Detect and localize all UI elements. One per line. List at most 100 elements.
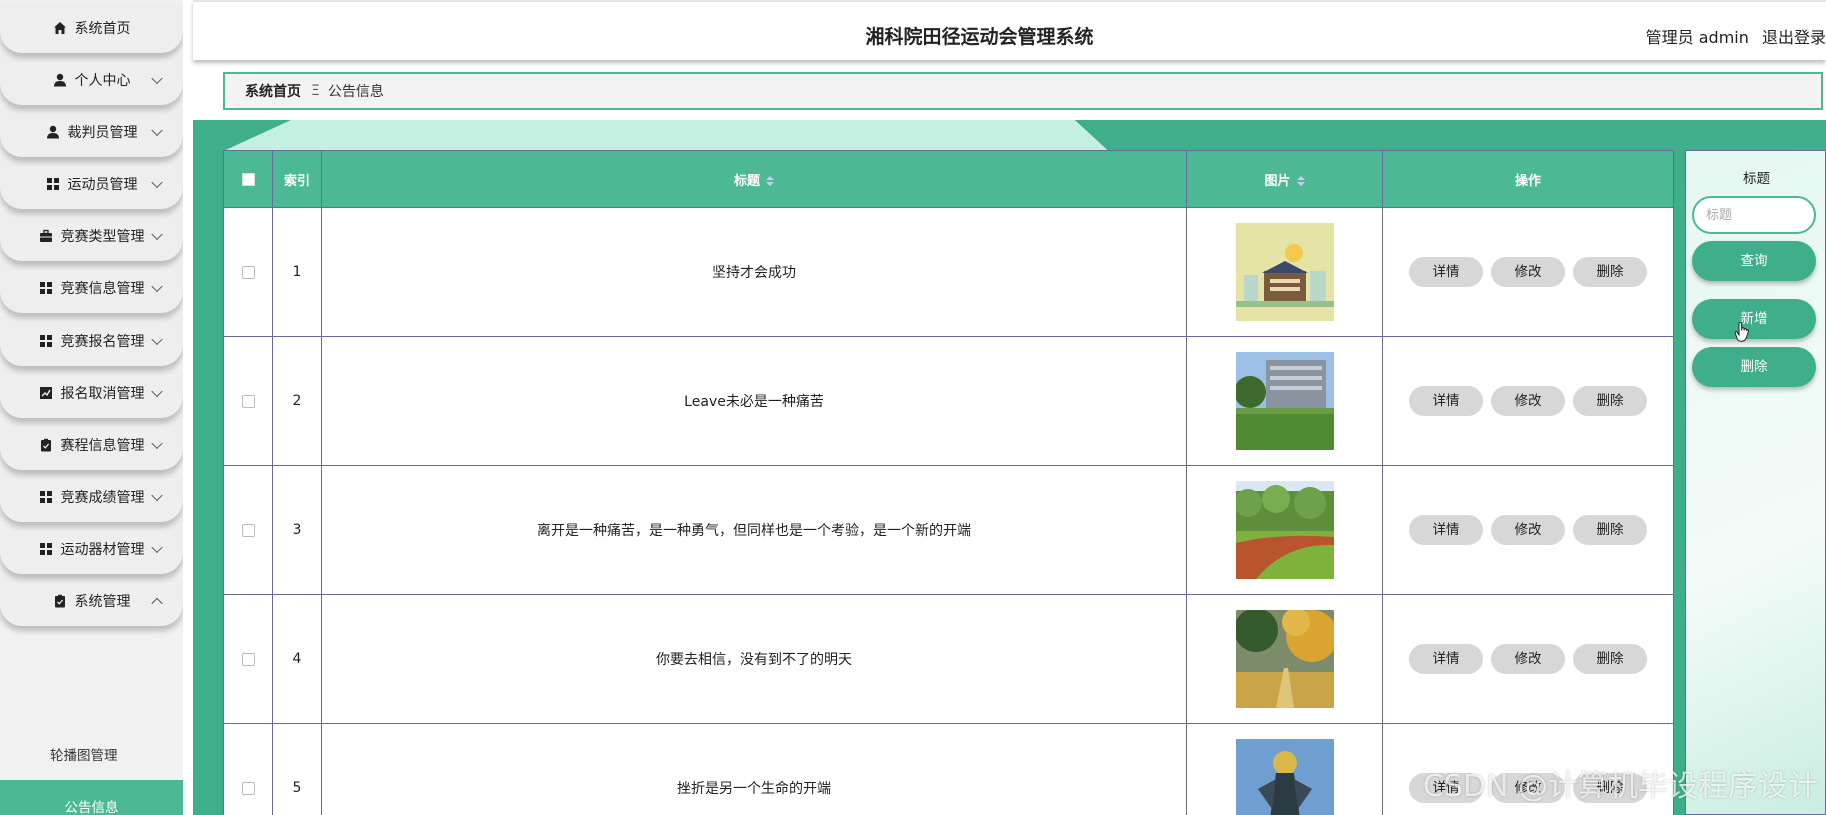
edit-button[interactable]: 修改 — [1491, 644, 1565, 674]
row-checkbox[interactable] — [241, 781, 255, 795]
row-select-cell — [223, 207, 273, 337]
row-image-cell — [1186, 594, 1383, 724]
sidebar-item-label: 运动员管理 — [67, 177, 138, 193]
sidebar-item-label: 赛程信息管理 — [60, 438, 145, 454]
query-button[interactable]: 查询 — [1692, 241, 1816, 281]
row-index: 5 — [272, 723, 322, 815]
sidebar-item[interactable]: 运动器材管理 — [0, 524, 183, 574]
row-actions-cell: 详情 修改 删除 — [1382, 465, 1674, 595]
detail-button[interactable]: 详情 — [1409, 386, 1483, 416]
sidebar-item[interactable]: 报名取消管理 — [0, 368, 183, 418]
sidebar-item-label: 裁判员管理 — [67, 125, 138, 141]
select-all-checkbox[interactable] — [241, 172, 255, 186]
row-checkbox[interactable] — [241, 394, 255, 408]
sidebar-item-label: 运动器材管理 — [60, 542, 145, 558]
sidebar-item-label: 竞赛成绩管理 — [60, 490, 145, 506]
row-checkbox[interactable] — [241, 523, 255, 537]
row-image-cell — [1186, 465, 1383, 595]
table-row: 1 坚持才会成功 详情 修改 删除 — [223, 207, 1674, 337]
row-checkbox[interactable] — [241, 652, 255, 666]
sidebar-item[interactable]: 赛程信息管理 — [0, 420, 183, 470]
row-select-cell — [223, 465, 273, 595]
chevron-down-icon — [151, 437, 163, 450]
sidebar-item-label: 竞赛类型管理 — [60, 229, 145, 245]
row-actions-cell: 详情 修改 删除 — [1382, 594, 1674, 724]
campus-building-lawn-photo — [1235, 352, 1334, 450]
sidebar-item[interactable]: 竞赛成绩管理 — [0, 472, 183, 522]
delete-button[interactable]: 删除 — [1573, 515, 1647, 545]
breadcrumb: 系统首页 Ξ 公告信息 — [223, 72, 1823, 110]
delete-button[interactable]: 删除 — [1573, 386, 1647, 416]
edit-button[interactable]: 修改 — [1491, 257, 1565, 287]
row-checkbox[interactable] — [241, 265, 255, 279]
clipboard-icon — [53, 594, 67, 608]
chart-icon — [39, 386, 53, 400]
chevron-down-icon — [151, 280, 163, 293]
sidebar: 系统首页个人中心裁判员管理运动员管理竞赛类型管理 竞赛信息管理竞赛报名管理报名取消… — [0, 0, 183, 815]
add-button[interactable]: 新增 — [1692, 299, 1816, 339]
grid-icon — [46, 177, 60, 191]
sidebar-item[interactable]: 裁判员管理 — [0, 107, 183, 157]
sidebar-item-label: 竞赛信息管理 — [60, 281, 145, 297]
sidebar-item-label: 系统管理 — [74, 594, 131, 610]
campus-building-illustration — [1235, 223, 1334, 321]
sidebar-item[interactable]: 竞赛报名管理 — [0, 316, 183, 366]
breadcrumb-current: 公告信息 — [327, 84, 384, 100]
submenu-item[interactable]: 公告信息 — [0, 780, 183, 815]
top-header: 湘科院田径运动会管理系统 管理员 admin 退出登录 — [193, 0, 1826, 60]
column-header-actions: 操作 — [1382, 150, 1674, 208]
sidebar-item[interactable]: 个人中心 — [0, 55, 183, 105]
sort-icon[interactable] — [766, 176, 774, 186]
row-title: 挫折是另一个生命的开端 — [321, 723, 1187, 815]
table-row: 3 离开是一种痛苦，是一种勇气，但同样也是一个考验，是一个新的开端 详情 修改 删除 — [223, 465, 1674, 595]
batch-delete-button[interactable]: 删除 — [1692, 347, 1816, 387]
column-header-image[interactable]: 图片 — [1186, 150, 1383, 208]
table-row: 4 你要去相信，没有到不了的明天 详情 修改 删除 — [223, 594, 1674, 724]
chevron-down-icon — [151, 333, 163, 346]
row-select-cell — [223, 723, 273, 815]
sidebar-item[interactable]: 系统首页 — [0, 3, 183, 53]
sidebar-item-label: 个人中心 — [74, 73, 131, 89]
chevron-down-icon — [151, 541, 163, 554]
title-search-input[interactable] — [1692, 196, 1816, 234]
chevron-down-icon — [151, 124, 163, 137]
row-title: 离开是一种痛苦，是一种勇气，但同样也是一个考验，是一个新的开端 — [321, 465, 1187, 595]
chevron-down-icon — [151, 489, 163, 502]
sidebar-item-label: 报名取消管理 — [60, 386, 145, 402]
grid-icon — [39, 334, 53, 348]
sort-icon[interactable] — [1296, 176, 1305, 186]
detail-button[interactable]: 详情 — [1409, 515, 1483, 545]
delete-button[interactable]: 删除 — [1573, 257, 1647, 287]
chevron-up-icon — [151, 597, 163, 610]
detail-button[interactable]: 详情 — [1409, 257, 1483, 287]
logout-link[interactable]: 退出登录 — [1762, 28, 1826, 47]
sidebar-item[interactable]: 运动员管理 — [0, 159, 183, 209]
autumn-path-photo — [1235, 610, 1334, 708]
announcement-table: 索引 标题 图片 操作 1 坚持才会成功 详情 修改 删除 2 Leave未必是一种痛苦 详情… — [223, 150, 1674, 815]
edit-button[interactable]: 修改 — [1491, 386, 1565, 416]
row-index: 3 — [272, 465, 322, 595]
column-header-title-label: 标题 — [733, 173, 760, 189]
watermark-text: CSDN @计算机毕设程序设计 — [1422, 769, 1818, 804]
sidebar-item[interactable]: 系统管理 — [0, 576, 183, 626]
running-track-photo — [1235, 481, 1334, 579]
grid-icon — [39, 281, 53, 295]
submenu-item[interactable]: 轮播图管理 — [0, 728, 183, 780]
delete-button[interactable]: 删除 — [1573, 644, 1647, 674]
breadcrumb-home-link[interactable]: 系统首页 — [245, 81, 301, 101]
row-image-cell — [1186, 336, 1383, 466]
user-icon — [53, 73, 67, 87]
edit-button[interactable]: 修改 — [1491, 515, 1565, 545]
sidebar-item[interactable]: 竞赛信息管理 — [0, 263, 183, 313]
sidebar-item-label: 系统首页 — [74, 21, 131, 37]
user-role-label: 管理员 admin — [1645, 28, 1749, 47]
row-index: 1 — [272, 207, 322, 337]
chevron-down-icon — [151, 72, 163, 85]
column-header-title[interactable]: 标题 — [321, 150, 1187, 208]
row-select-cell — [223, 336, 273, 466]
clipboard-icon — [39, 438, 53, 452]
hand-cursor-icon — [1734, 322, 1750, 342]
row-index: 4 — [272, 594, 322, 724]
detail-button[interactable]: 详情 — [1409, 644, 1483, 674]
sidebar-item[interactable]: 竞赛类型管理 — [0, 211, 183, 261]
